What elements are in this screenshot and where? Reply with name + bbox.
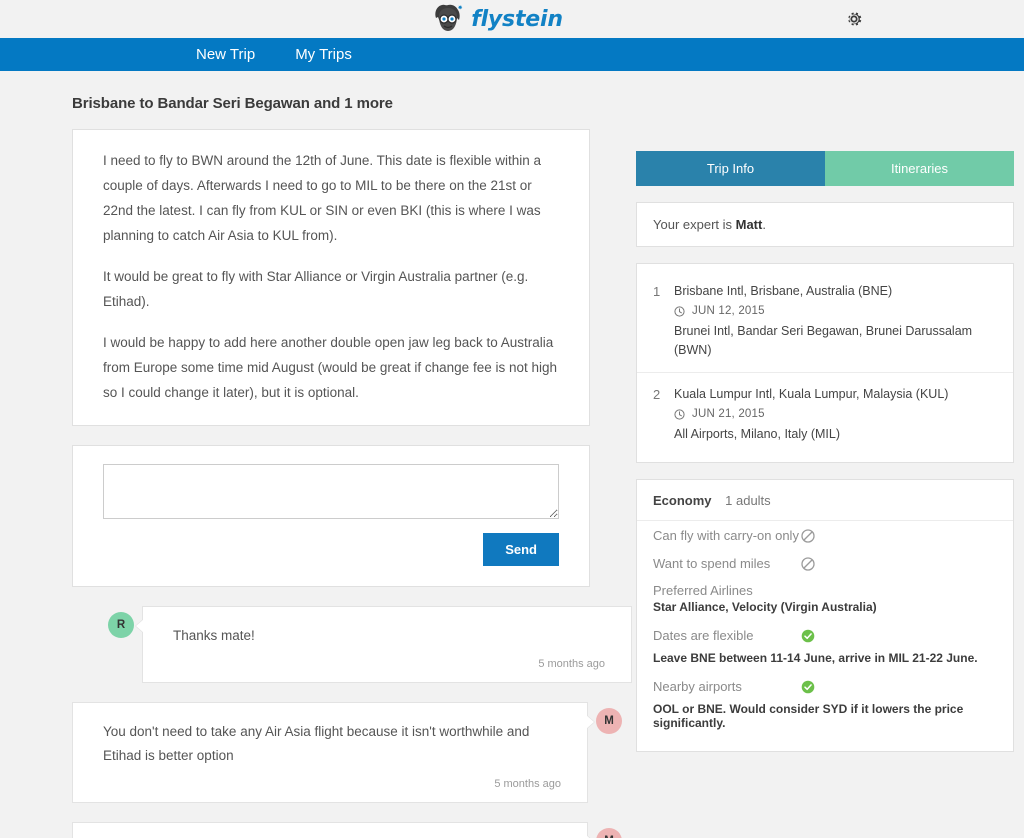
leg-destination: All Airports, Milano, Italy (MIL) (674, 427, 841, 441)
pref-spend-miles: Want to spend miles (637, 549, 1013, 577)
brief-paragraph-3: I would be happy to add here another dou… (103, 335, 557, 400)
brand-logo[interactable]: flystein (431, 4, 563, 34)
message-timestamp: 5 months ago (494, 778, 561, 790)
composer-actions: Send (103, 533, 559, 566)
flystein-mascot-icon (435, 4, 463, 31)
nearby-airports-note: OOL or BNE. Would consider SYD if it low… (653, 702, 964, 730)
leg-body: Brisbane Intl, Brisbane, Australia (BNE)… (674, 282, 997, 360)
sidebar-tabs: Trip Info Itineraries (636, 151, 1014, 186)
leg-origin: Kuala Lumpur Intl, Kuala Lumpur, Malaysi… (674, 387, 949, 401)
send-button[interactable]: Send (483, 533, 559, 566)
prohibited-icon (801, 556, 815, 571)
leg-number: 2 (653, 387, 661, 402)
cabin-class: Economy (653, 493, 712, 508)
message-text: Thanks mate! (173, 628, 255, 643)
pref-label: Nearby airports (653, 679, 742, 694)
conversation-column: Brisbane to Bandar Seri Begawan and 1 mo… (0, 71, 636, 838)
prohibited-icon (801, 528, 815, 543)
nav-new-trip[interactable]: New Trip (190, 43, 261, 66)
main-navigation: New Trip My Trips (0, 38, 1024, 71)
passenger-count: 1 adults (725, 493, 771, 508)
preferences-panel: Economy 1 adults Can fly with carry-on o… (636, 479, 1014, 752)
pref-label: Want to spend miles (653, 556, 771, 571)
top-bar: flystein (0, 0, 1024, 38)
leg-date: JUN 21, 2015 (692, 408, 765, 420)
leg-date-row: JUN 21, 2015 (674, 404, 948, 425)
preferred-airlines-value: Star Alliance, Velocity (Virgin Australi… (653, 600, 877, 614)
message-row: You don't need to take any Air Asia flig… (72, 702, 636, 803)
brand-name: flystein (471, 6, 563, 32)
avatar[interactable]: R (108, 612, 134, 638)
leg-date: JUN 12, 2015 (692, 305, 765, 317)
itinerary-leg: 2 Kuala Lumpur Intl, Kuala Lumpur, Malay… (637, 372, 1013, 456)
message-text: You don't need to take any Air Asia flig… (103, 724, 530, 763)
expert-panel: Your expert is Matt. (636, 202, 1014, 247)
leg-number: 1 (653, 284, 661, 299)
expert-name: Matt (735, 217, 763, 232)
check-circle-icon (801, 629, 815, 642)
clock-icon (674, 409, 685, 420)
leg-destination: Brunei Intl, Bandar Seri Begawan, Brunei… (674, 324, 973, 357)
expert-suffix: . (762, 217, 766, 232)
pref-label: Can fly with carry-on only (653, 528, 799, 543)
preferred-airlines-label: Preferred Airlines (653, 583, 753, 598)
itinerary-leg: 1 Brisbane Intl, Brisbane, Australia (BN… (637, 270, 1013, 372)
preferences-header: Economy 1 adults (637, 480, 1013, 521)
brief-paragraph-2: It would be great to fly with Star Allia… (103, 269, 529, 309)
page-body: Brisbane to Bandar Seri Begawan and 1 mo… (0, 71, 1024, 838)
dates-flexible-note: Leave BNE between 11-14 June, arrive in … (653, 651, 978, 665)
avatar[interactable]: M (596, 828, 622, 838)
expert-prefix: Your expert is (653, 217, 736, 232)
trip-brief-card: I need to fly to BWN around the 12th of … (72, 129, 590, 426)
nav-my-trips[interactable]: My Trips (289, 43, 358, 66)
message-input[interactable] (103, 464, 559, 519)
tab-itineraries[interactable]: Itineraries (825, 151, 1014, 186)
page-title: Brisbane to Bandar Seri Begawan and 1 mo… (72, 95, 393, 112)
itinerary-panel: 1 Brisbane Intl, Brisbane, Australia (BN… (636, 263, 1014, 463)
pref-nearby-airports: Nearby airports (637, 672, 1013, 700)
trip-details-column: Trip Info Itineraries Your expert is Mat… (636, 71, 1024, 838)
gear-icon[interactable] (844, 9, 864, 29)
gear-icon-svg (848, 12, 862, 26)
tab-trip-info[interactable]: Trip Info (636, 151, 825, 186)
pref-carry-on: Can fly with carry-on only (637, 521, 1013, 549)
clock-icon (674, 306, 685, 317)
leg-date-row: JUN 12, 2015 (674, 301, 997, 322)
brief-paragraph-1: I need to fly to BWN around the 12th of … (103, 153, 541, 243)
message-bubble: Ok The return leg is from Moscow to BNE … (72, 822, 595, 838)
check-circle-icon (801, 680, 815, 693)
message-bubble: You don't need to take any Air Asia flig… (72, 702, 595, 803)
avatar[interactable]: M (596, 708, 622, 734)
pref-dates-flexible: Dates are flexible (637, 621, 1013, 649)
pref-label: Dates are flexible (653, 628, 754, 643)
message-bubble: Thanks mate! 5 months ago (135, 606, 632, 683)
leg-body: Kuala Lumpur Intl, Kuala Lumpur, Malaysi… (674, 385, 948, 444)
message-row: Ok The return leg is from Moscow to BNE … (72, 822, 636, 838)
message-composer: Send (72, 445, 590, 587)
leg-origin: Brisbane Intl, Brisbane, Australia (BNE) (674, 284, 893, 298)
message-timestamp: 5 months ago (538, 658, 605, 670)
message-row: R Thanks mate! 5 months ago (72, 606, 636, 683)
